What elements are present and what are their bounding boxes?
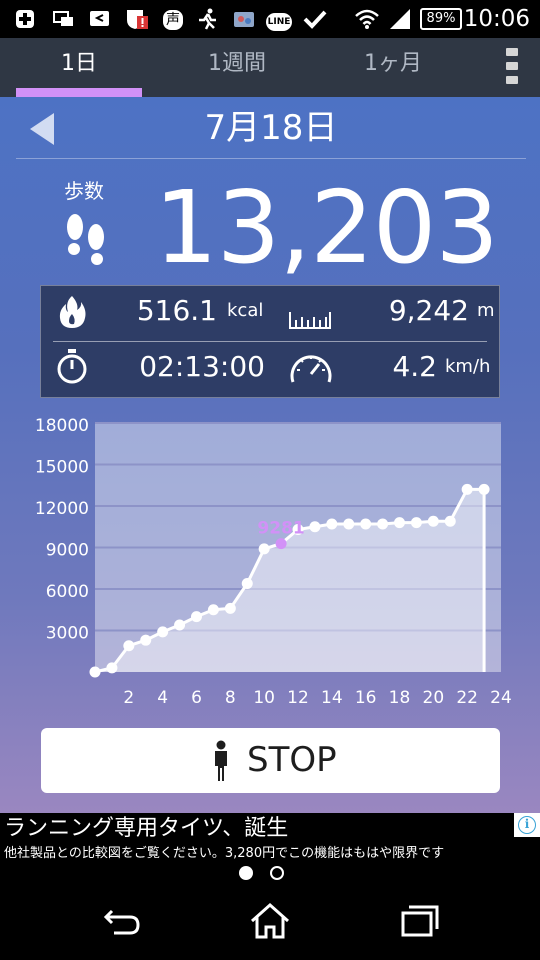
- chart-point: [89, 666, 101, 678]
- navigation-bar: [0, 885, 540, 960]
- chart-point: [191, 611, 202, 623]
- x-tick-label: 20: [423, 688, 445, 708]
- date-title: 7月18日: [204, 108, 338, 148]
- ad-title[interactable]: ランニング専用タイツ、誕生: [4, 815, 288, 843]
- chart-point: [410, 517, 422, 529]
- y-tick-label: 6000: [46, 582, 89, 602]
- tab-month[interactable]: 1ヶ月: [330, 38, 456, 97]
- chart-point: [157, 626, 169, 638]
- chart-point: [444, 515, 456, 527]
- main-panel: 7月18日 歩数 13,203 516.1 kcal 9,242 m 02:13…: [0, 97, 540, 813]
- x-tick-label: 2: [123, 688, 134, 708]
- stop-button-label: STOP: [247, 740, 337, 780]
- chart-point: [360, 518, 372, 530]
- chart-highlight-label: 9281: [257, 519, 304, 539]
- date-header: 7月18日: [16, 97, 526, 159]
- elapsed-time-value: 02:13:00: [139, 350, 265, 383]
- ruler-icon: [289, 312, 331, 329]
- signal-icon: [390, 9, 410, 29]
- stop-button[interactable]: STOP: [41, 728, 500, 793]
- runner-icon: [199, 8, 216, 30]
- chart-point: [326, 518, 338, 530]
- shield-alert-icon: [127, 10, 148, 29]
- chart-point: [174, 619, 186, 631]
- home-icon[interactable]: [248, 901, 292, 941]
- x-tick-label: 22: [456, 688, 478, 708]
- x-tick-label: 24: [490, 688, 512, 708]
- check-icon: [303, 10, 327, 29]
- speedometer-icon: [290, 355, 332, 383]
- steps-label: 歩数: [64, 179, 104, 203]
- back-icon[interactable]: [100, 901, 144, 941]
- status-clock: 10:06: [463, 6, 530, 32]
- chart-point: [343, 518, 355, 530]
- flame-icon: [59, 296, 86, 328]
- step-count: 13,203: [154, 169, 499, 286]
- tab-bar: 1日 1週間 1ヶ月: [0, 38, 540, 97]
- stopwatch-icon: [57, 349, 87, 384]
- steps-chart: 18000 15000 12000 9000 6000 3000 2 4 6 8 10 12 14 16 1…: [0, 397, 540, 717]
- footprints-icon: [67, 214, 104, 265]
- x-tick-label: 12: [287, 688, 309, 708]
- chart-point: [309, 521, 321, 533]
- y-tick-label: 15000: [35, 458, 89, 478]
- plus-icon: [16, 10, 34, 28]
- status-bar: 声 LINE 89% 10:06: [0, 0, 540, 38]
- recent-apps-icon[interactable]: [398, 901, 442, 941]
- person-icon: [215, 740, 227, 781]
- x-tick-label: 16: [355, 688, 377, 708]
- photo-icon: [234, 12, 254, 27]
- y-tick-label: 9000: [46, 541, 89, 561]
- voice-icon: 声: [160, 8, 186, 30]
- pager-dot-active[interactable]: [239, 866, 253, 880]
- x-tick-label: 10: [253, 688, 275, 708]
- x-tick-label: 6: [191, 688, 202, 708]
- distance-unit: m: [477, 300, 495, 321]
- distance-value: 9,242: [388, 294, 469, 327]
- ad-description[interactable]: 他社製品との比較図をご覧ください。3,280円でこの機能はもはや限界です: [4, 845, 444, 863]
- stats-panel: 516.1 kcal 9,242 m 02:13:00 4.2 km/h: [40, 285, 500, 398]
- x-tick-label: 14: [321, 688, 343, 708]
- battery-indicator: 89%: [420, 8, 462, 30]
- steps-chart-svg: 1800015000120009000600030002 4 6 8 10 12 14 16 1…: [35, 416, 512, 708]
- pager-dot[interactable]: [270, 866, 284, 880]
- calories-unit: kcal: [227, 300, 264, 321]
- tab-indicator: [16, 88, 142, 97]
- line-icon: LINE: [264, 8, 294, 31]
- chart-point: [241, 577, 253, 589]
- tab-week[interactable]: 1週間: [170, 38, 304, 97]
- x-tick-label: 4: [157, 688, 168, 708]
- chart-point: [258, 543, 270, 555]
- chart-point: [394, 517, 405, 529]
- chart-highlight-point: [275, 538, 287, 550]
- wifi-icon: [355, 9, 379, 29]
- y-tick-label: 18000: [35, 416, 89, 436]
- x-tick-label: 8: [225, 688, 236, 708]
- chart-point: [224, 602, 236, 614]
- chart-point: [106, 662, 118, 674]
- y-tick-label: 3000: [46, 624, 89, 644]
- overflow-menu-icon[interactable]: [504, 48, 520, 84]
- chart-point: [478, 483, 490, 495]
- chart-point: [427, 515, 439, 527]
- y-tick-label: 12000: [35, 499, 89, 519]
- calories-value: 516.1: [136, 294, 217, 327]
- chart-point: [461, 483, 473, 495]
- speed-unit: km/h: [445, 356, 491, 377]
- chart-point: [377, 518, 389, 530]
- ad-info-icon[interactable]: i: [514, 813, 540, 837]
- stats-divider: [53, 341, 487, 342]
- screen-mirror-icon: [53, 11, 73, 26]
- x-tick-label: 18: [389, 688, 411, 708]
- chart-point: [207, 604, 219, 616]
- reply-icon: [90, 11, 109, 26]
- speed-value: 4.2: [392, 350, 437, 383]
- chart-point: [140, 634, 152, 646]
- chart-point: [123, 640, 135, 652]
